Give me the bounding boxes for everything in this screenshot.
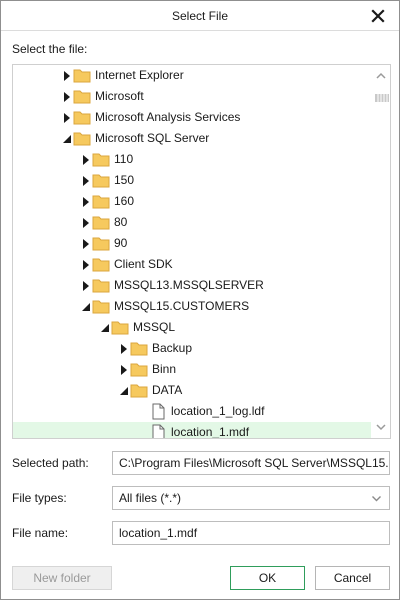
triangle-right-icon[interactable] bbox=[118, 359, 130, 380]
triangle-right-icon[interactable] bbox=[80, 254, 92, 275]
triangle-right-icon[interactable] bbox=[80, 191, 92, 212]
cancel-button[interactable]: Cancel bbox=[315, 566, 390, 590]
tree-item-label: Backup bbox=[152, 341, 193, 355]
triangle-right-icon[interactable] bbox=[80, 233, 92, 254]
tree-item-label: MSSQL13.MSSQLSERVER bbox=[114, 278, 264, 292]
triangle-down-icon[interactable] bbox=[118, 380, 130, 401]
tree-file-item[interactable]: location_1.mdf bbox=[13, 422, 371, 439]
folder-icon bbox=[92, 298, 110, 315]
folder-icon bbox=[92, 172, 110, 189]
tree-item-label: 110 bbox=[114, 152, 134, 166]
triangle-right-icon[interactable] bbox=[61, 65, 73, 86]
tree-folder-item[interactable]: 160 bbox=[13, 191, 371, 212]
folder-icon bbox=[130, 340, 148, 357]
tree-folder-item[interactable]: Microsoft SQL Server bbox=[13, 128, 371, 149]
file-name-label: File name: bbox=[12, 526, 69, 540]
tree-folder-item[interactable]: DATA bbox=[13, 380, 371, 401]
close-icon bbox=[371, 9, 385, 23]
title-bar: Select File bbox=[1, 1, 399, 31]
file-icon bbox=[149, 403, 167, 420]
folder-icon bbox=[73, 130, 91, 147]
select-file-dialog: Select File Select the file: Internet Ex… bbox=[0, 0, 400, 600]
scroll-down-button[interactable] bbox=[375, 421, 387, 433]
folder-icon bbox=[130, 382, 148, 399]
triangle-right-icon[interactable] bbox=[61, 107, 73, 128]
tree-item-label: 80 bbox=[114, 215, 128, 229]
folder-icon bbox=[111, 319, 129, 336]
triangle-down-icon[interactable] bbox=[80, 296, 92, 317]
tree-folder-item[interactable]: 150 bbox=[13, 170, 371, 191]
tree-item-label: Microsoft Analysis Services bbox=[95, 110, 241, 124]
dialog-title: Select File bbox=[171, 9, 229, 23]
tree-folder-item[interactable]: MSSQL13.MSSQLSERVER bbox=[13, 275, 371, 296]
tree-folder-item[interactable]: 80 bbox=[13, 212, 371, 233]
triangle-right-icon[interactable] bbox=[80, 212, 92, 233]
tree-folder-item[interactable]: Client SDK bbox=[13, 254, 371, 275]
triangle-right-icon[interactable] bbox=[80, 149, 92, 170]
tree-item-label: Binn bbox=[152, 362, 177, 376]
tree-item-label: location_1_log.ldf bbox=[171, 404, 265, 418]
selected-path-field[interactable]: C:\Program Files\Microsoft SQL Server\MS… bbox=[112, 451, 390, 475]
tree-folder-item[interactable]: 110 bbox=[13, 149, 371, 170]
tree-folder-item[interactable]: MSSQL15.CUSTOMERS bbox=[13, 296, 371, 317]
tree-folder-item[interactable]: Microsoft Analysis Services bbox=[13, 107, 371, 128]
ok-button[interactable]: OK bbox=[230, 566, 305, 590]
close-button[interactable] bbox=[369, 7, 387, 25]
tree-folder-item[interactable]: Internet Explorer bbox=[13, 65, 371, 86]
folder-icon bbox=[92, 214, 110, 231]
tree-folder-item[interactable]: Backup bbox=[13, 338, 371, 359]
grip-icon bbox=[375, 94, 389, 102]
scroll-up-button[interactable] bbox=[375, 70, 387, 82]
new-folder-button[interactable]: New folder bbox=[12, 566, 112, 590]
tree-item-label: location_1.mdf bbox=[171, 425, 250, 439]
tree-item-label: Microsoft bbox=[95, 89, 144, 103]
tree-item-label: 150 bbox=[114, 173, 135, 187]
folder-icon bbox=[73, 67, 91, 84]
file-types-label: File types: bbox=[12, 491, 67, 505]
tree-item-label: 160 bbox=[114, 194, 135, 208]
folder-icon bbox=[73, 109, 91, 126]
folder-icon bbox=[92, 235, 110, 252]
file-types-select[interactable]: All files (*.*) bbox=[112, 486, 390, 510]
folder-icon bbox=[92, 277, 110, 294]
tree-folder-item[interactable]: Binn bbox=[13, 359, 371, 380]
tree-item-label: Microsoft SQL Server bbox=[95, 131, 210, 145]
folder-icon bbox=[92, 193, 110, 210]
tree-item-label: MSSQL bbox=[133, 320, 176, 334]
file-types-value: All files (*.*) bbox=[119, 491, 182, 505]
triangle-right-icon[interactable] bbox=[80, 170, 92, 191]
tree-label: Select the file: bbox=[12, 42, 88, 56]
folder-icon bbox=[92, 256, 110, 273]
folder-icon bbox=[130, 361, 148, 378]
scrollbar-grip[interactable] bbox=[375, 92, 389, 104]
folder-icon bbox=[73, 88, 91, 105]
chevron-down-icon bbox=[372, 496, 381, 502]
folder-icon bbox=[92, 151, 110, 168]
file-icon bbox=[149, 424, 167, 438]
tree-item-label: DATA bbox=[152, 383, 183, 397]
triangle-down-icon[interactable] bbox=[61, 128, 73, 149]
file-name-input[interactable]: location_1.mdf bbox=[112, 521, 390, 545]
tree-folder-item[interactable]: Microsoft bbox=[13, 86, 371, 107]
folder-tree[interactable]: Internet Explorer Microsoft Microsoft Anal… bbox=[12, 64, 391, 439]
tree-item-label: MSSQL15.CUSTOMERS bbox=[114, 299, 250, 313]
tree-folder-item[interactable]: 90 bbox=[13, 233, 371, 254]
triangle-down-icon[interactable] bbox=[99, 317, 111, 338]
triangle-right-icon[interactable] bbox=[118, 338, 130, 359]
triangle-right-icon[interactable] bbox=[80, 275, 92, 296]
tree-item-label: 90 bbox=[114, 236, 128, 250]
tree-file-item[interactable]: location_1_log.ldf bbox=[13, 401, 371, 422]
chevron-up-icon bbox=[376, 72, 386, 79]
triangle-right-icon[interactable] bbox=[61, 86, 73, 107]
chevron-down-icon bbox=[376, 424, 386, 431]
tree-item-label: Client SDK bbox=[114, 257, 173, 271]
selected-path-label: Selected path: bbox=[12, 456, 89, 470]
tree-item-label: Internet Explorer bbox=[95, 68, 184, 82]
tree-folder-item[interactable]: MSSQL bbox=[13, 317, 371, 338]
